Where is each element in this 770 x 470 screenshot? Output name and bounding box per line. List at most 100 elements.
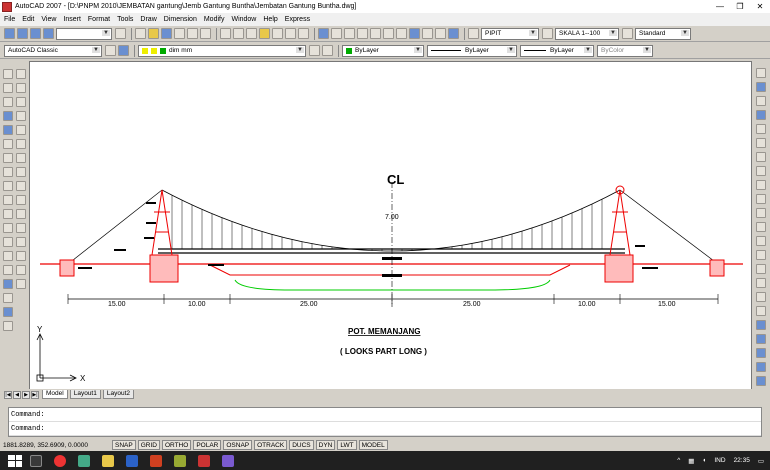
open-icon[interactable] — [17, 28, 28, 39]
help-icon[interactable] — [448, 28, 459, 39]
windows-start-icon[interactable] — [8, 454, 22, 467]
copy-object-icon[interactable] — [16, 83, 26, 93]
command-window[interactable]: Command: Command: — [8, 407, 762, 437]
workspace-settings-icon[interactable] — [115, 28, 126, 39]
bring-front-icon[interactable] — [756, 82, 766, 92]
quickcalc-icon[interactable] — [435, 28, 446, 39]
pan-icon[interactable] — [318, 28, 329, 39]
plotstyle-combo[interactable]: ByColor — [597, 44, 653, 57]
layer-combo[interactable]: dim mm — [138, 44, 306, 57]
zoom-realtime-icon[interactable] — [331, 28, 342, 39]
grid-toggle[interactable]: GRID — [137, 440, 160, 450]
osnap-perpendicular-icon[interactable] — [756, 236, 766, 246]
file-explorer-icon[interactable] — [102, 454, 114, 467]
ellipse-arc-icon[interactable] — [3, 209, 13, 219]
layer-manager-icon[interactable] — [118, 45, 129, 56]
region-icon[interactable] — [3, 293, 13, 303]
color-combo[interactable]: ByLayer — [342, 44, 424, 57]
trim-icon[interactable] — [16, 195, 26, 205]
revcloud-icon[interactable] — [3, 167, 13, 177]
osnap-none-icon[interactable] — [756, 306, 766, 316]
clock[interactable]: 22:35 — [734, 457, 750, 464]
zoom-all-icon[interactable] — [756, 362, 766, 372]
osnap-center-icon[interactable] — [756, 194, 766, 204]
text-style-combo[interactable]: PIPIT — [481, 27, 539, 40]
osnap-settings-icon[interactable] — [756, 320, 766, 330]
mtext-icon[interactable] — [3, 321, 13, 331]
workspace-gear-icon[interactable] — [105, 45, 116, 56]
volume-icon[interactable]: ◖ — [702, 457, 706, 464]
design-center-icon[interactable] — [383, 28, 394, 39]
mirror-icon[interactable] — [16, 97, 26, 107]
explode-icon[interactable] — [16, 279, 26, 289]
publish-icon[interactable] — [200, 28, 211, 39]
menu-help[interactable]: Help — [263, 16, 277, 23]
undo-icon[interactable] — [285, 28, 296, 39]
menu-insert[interactable]: Insert — [63, 16, 81, 23]
command-input[interactable]: Command: — [9, 422, 761, 436]
osnap-toggle[interactable]: OSNAP — [223, 440, 253, 450]
save-icon[interactable] — [30, 28, 41, 39]
powerpoint-icon[interactable] — [150, 454, 162, 467]
properties-icon[interactable] — [370, 28, 381, 39]
prev-tab-button[interactable]: ◀ — [13, 390, 21, 399]
text-style-icon[interactable] — [468, 28, 479, 39]
tab-model[interactable]: Model — [42, 390, 68, 399]
tab-layout2[interactable]: Layout2 — [102, 390, 134, 399]
xline-icon[interactable] — [3, 83, 13, 93]
join-icon[interactable] — [16, 237, 26, 247]
offset-icon[interactable] — [16, 111, 26, 121]
scale-icon[interactable] — [16, 167, 26, 177]
qopen-icon[interactable] — [148, 28, 159, 39]
notification-icon[interactable]: ▭ — [758, 457, 764, 465]
osnap-extension-icon[interactable] — [756, 180, 766, 190]
make-current-layer-icon[interactable] — [309, 45, 320, 56]
menu-window[interactable]: Window — [231, 16, 256, 23]
point-icon[interactable] — [3, 251, 13, 261]
app-icon[interactable] — [174, 454, 186, 467]
qnew-icon[interactable] — [135, 28, 146, 39]
arc-icon[interactable] — [3, 139, 13, 149]
dim-style-combo[interactable]: SKALA 1--100 — [555, 27, 619, 40]
osnap-insert-icon[interactable] — [756, 264, 766, 274]
tab-layout1[interactable]: Layout1 — [69, 390, 101, 399]
polygon-icon[interactable] — [3, 111, 13, 121]
minimize-button[interactable]: — — [710, 0, 730, 13]
menu-dimension[interactable]: Dimension — [164, 16, 197, 23]
hatch-icon[interactable] — [3, 265, 13, 275]
rotate-icon[interactable] — [16, 153, 26, 163]
insert-block-icon[interactable] — [3, 223, 13, 233]
break-icon[interactable] — [16, 223, 26, 233]
menu-tools[interactable]: Tools — [117, 16, 133, 23]
menu-draw[interactable]: Draw — [140, 16, 156, 23]
move-icon[interactable] — [16, 139, 26, 149]
fillet-icon[interactable] — [16, 265, 26, 275]
osnap-nearest-icon[interactable] — [756, 292, 766, 302]
menu-file[interactable]: File — [4, 16, 15, 23]
redo-icon[interactable] — [298, 28, 309, 39]
send-under-icon[interactable] — [756, 124, 766, 134]
osnap-tangent-icon[interactable] — [756, 222, 766, 232]
autocad-app-icon[interactable] — [2, 1, 12, 12]
table-style-combo[interactable]: Standard — [635, 27, 691, 40]
line-icon[interactable] — [3, 69, 13, 79]
menu-modify[interactable]: Modify — [204, 16, 225, 23]
draw-order-icon[interactable] — [756, 68, 766, 78]
linetype-combo[interactable]: ByLayer — [427, 44, 517, 57]
osnap-parallel-icon[interactable] — [756, 250, 766, 260]
menu-edit[interactable]: Edit — [22, 16, 34, 23]
block-editor-icon[interactable] — [272, 28, 283, 39]
lineweight-combo[interactable]: ByLayer — [520, 44, 594, 57]
opera-icon[interactable] — [54, 454, 66, 467]
ellipse-icon[interactable] — [3, 195, 13, 205]
zoom-previous-icon[interactable] — [357, 28, 368, 39]
workspace-combo-empty[interactable] — [56, 27, 112, 40]
array-icon[interactable] — [16, 125, 26, 135]
circle-icon[interactable] — [3, 153, 13, 163]
plot-preview-icon[interactable] — [187, 28, 198, 39]
plot-icon[interactable] — [174, 28, 185, 39]
qsave-icon[interactable] — [161, 28, 172, 39]
zoom-extents-icon[interactable] — [756, 376, 766, 386]
ortho-toggle[interactable]: ORTHO — [161, 440, 192, 450]
table-icon[interactable] — [3, 307, 13, 317]
